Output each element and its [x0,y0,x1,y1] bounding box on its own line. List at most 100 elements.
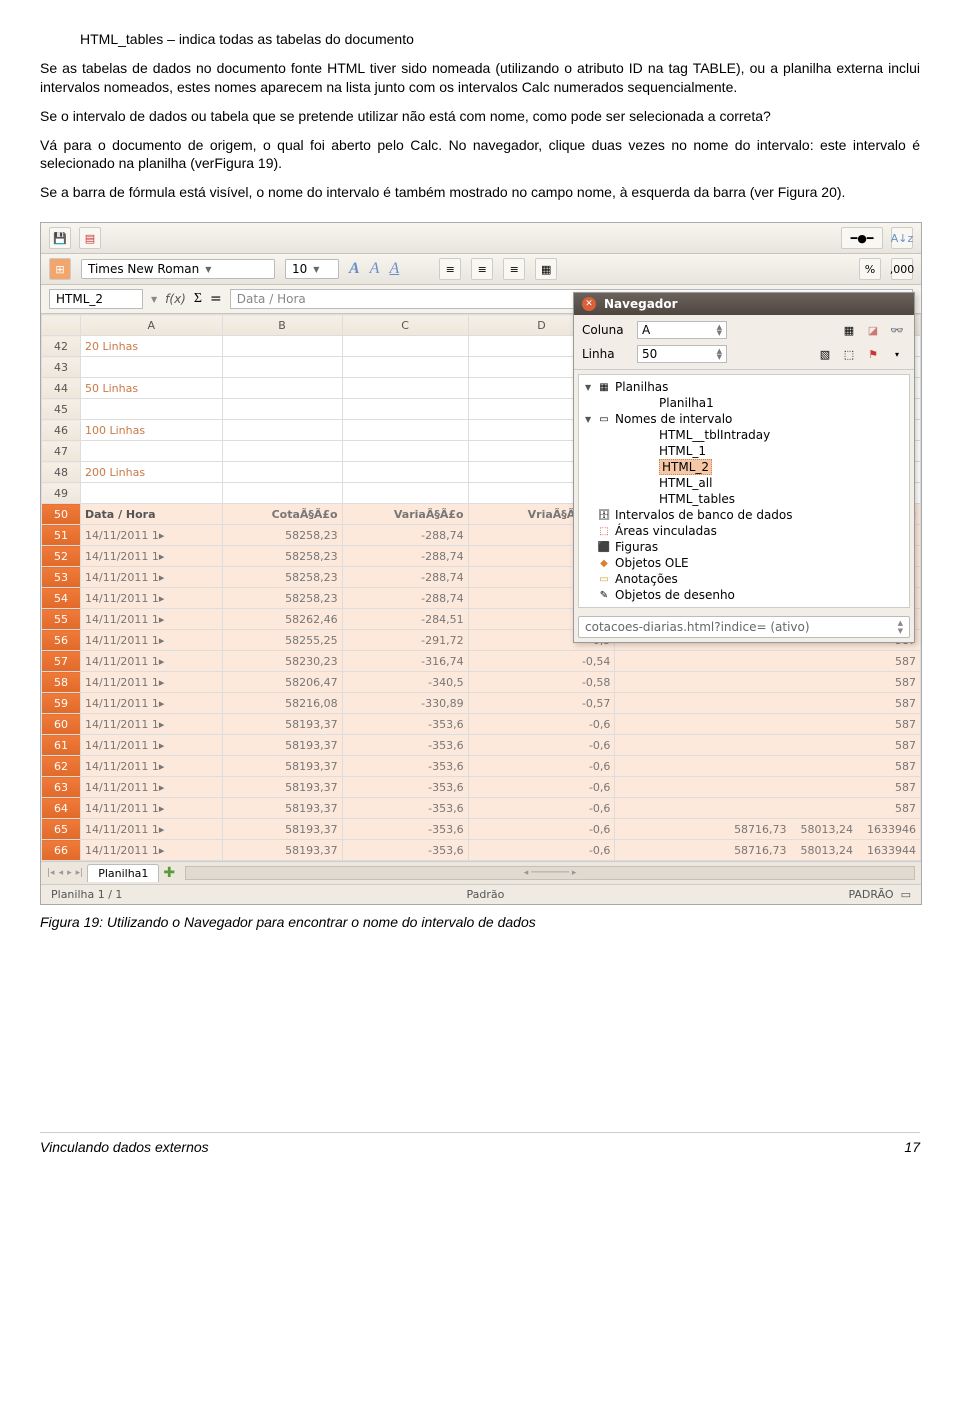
nav-tree-item[interactable]: HTML_2 [585,459,903,475]
row-header[interactable]: 47 [42,441,81,462]
row-header[interactable]: 48 [42,462,81,483]
navigator-tree[interactable]: ▼ ▦ Planilhas Planilha1 ▼ ▭ Nomes de int… [578,374,910,608]
font-name-combo[interactable]: Times New Roman▼ [81,259,275,279]
column-header[interactable]: C [342,315,468,336]
sort-icon[interactable]: A↓z [891,227,913,249]
close-icon[interactable]: ✕ [582,297,596,311]
flag-icon[interactable]: ⚑ [864,345,882,363]
column-header[interactable] [42,315,81,336]
table-row[interactable]: 61 14/11/2011 1▸58193,37-353,6 -0,6587 [42,735,921,756]
row-header[interactable]: 63 [42,777,81,798]
align-left-icon[interactable]: ≡ [439,258,461,280]
table-row[interactable]: 62 14/11/2011 1▸58193,37-353,6 -0,6587 [42,756,921,777]
row-header[interactable]: 66 [42,840,81,861]
row-header[interactable]: 52 [42,546,81,567]
tab-last-icon[interactable]: ▸| [76,868,84,878]
table-row[interactable]: 63 14/11/2011 1▸58193,37-353,6 -0,6587 [42,777,921,798]
content-icon[interactable]: ◪ [864,321,882,339]
expand-icon[interactable]: ▼ [585,415,593,424]
font-size-combo[interactable]: 10▼ [285,259,339,279]
row-header[interactable]: 50 [42,504,81,525]
decimal-icon[interactable]: ,000 [891,258,913,280]
nav-column-label: Coluna [582,323,637,337]
column-header[interactable]: B [222,315,342,336]
dropdown-icon[interactable]: ▾ [888,345,906,363]
navigator-document-combo[interactable]: cotacoes-diarias.html?indice= (ativo) ▲▼ [578,616,910,638]
table-row[interactable]: 59 14/11/2011 1▸58216,08-330,89 -0,57587 [42,693,921,714]
row-header[interactable]: 43 [42,357,81,378]
row-header[interactable]: 57 [42,651,81,672]
status-style: Padrão [467,888,505,901]
add-sheet-icon[interactable]: ✚ [163,865,175,881]
styles-icon[interactable]: ⊞ [49,258,71,280]
export-pdf-icon[interactable]: ▤ [79,227,101,249]
italic-icon[interactable]: A [370,260,380,278]
align-center-icon[interactable]: ≡ [471,258,493,280]
nav-tree-item[interactable]: ▼ ▦ Planilhas [585,379,903,395]
table-row[interactable]: 66 14/11/2011 1▸58193,37-353,6 -0,658716… [42,840,921,861]
nav-tree-item[interactable]: 🗄 Intervalos de banco de dados [585,507,903,523]
zoom-slider-icon[interactable]: ━●━ [841,227,883,249]
nav-row-spinner[interactable]: 50 ▲▼ [637,345,727,363]
row-header[interactable]: 58 [42,672,81,693]
row-header[interactable]: 65 [42,819,81,840]
table-row[interactable]: 65 14/11/2011 1▸58193,37-353,6 -0,658716… [42,819,921,840]
function-wizard-icon[interactable]: f(x) [165,292,186,306]
merge-cells-icon[interactable]: ▦ [535,258,557,280]
row-header[interactable]: 45 [42,399,81,420]
nav-tree-item[interactable]: HTML_1 [585,443,903,459]
save-icon[interactable]: 💾 [49,227,71,249]
row-header[interactable]: 64 [42,798,81,819]
nav-tree-item[interactable]: ⬛ Figuras [585,539,903,555]
row-header[interactable]: 55 [42,609,81,630]
tab-prev-icon[interactable]: ◂ [59,868,64,878]
nav-tree-item[interactable]: HTML_tables [585,491,903,507]
drag-mode-icon[interactable]: ⬚ [840,345,858,363]
name-box-dropdown-icon[interactable]: ▼ [151,295,157,304]
navigator-titlebar[interactable]: ✕ Navegador [574,293,914,315]
data-range-icon[interactable]: ▦ [840,321,858,339]
table-row[interactable]: 58 14/11/2011 1▸58206,47-340,5 -0,58587 [42,672,921,693]
nav-tree-item[interactable]: HTML_all [585,475,903,491]
tab-next-icon[interactable]: ▸ [67,868,72,878]
equals-icon[interactable]: = [210,291,222,307]
row-header[interactable]: 42 [42,336,81,357]
row-header[interactable]: 51 [42,525,81,546]
sum-icon[interactable]: Σ [194,291,202,307]
table-row[interactable]: 60 14/11/2011 1▸58193,37-353,6 -0,6587 [42,714,921,735]
bold-icon[interactable]: A [349,260,360,278]
nav-tree-item[interactable]: HTML__tblIntraday [585,427,903,443]
nav-tree-item[interactable]: ✎ Objetos de desenho [585,587,903,603]
tab-first-icon[interactable]: |◂ [47,868,55,878]
nav-tree-item[interactable]: Planilha1 [585,395,903,411]
expand-icon[interactable]: ▼ [585,383,593,392]
row-header[interactable]: 60 [42,714,81,735]
row-header[interactable]: 59 [42,693,81,714]
row-header[interactable]: 49 [42,483,81,504]
row-header[interactable]: 54 [42,588,81,609]
toggle-icon[interactable]: 👓 [888,321,906,339]
nav-tree-item[interactable]: ⬚ Áreas vinculadas [585,523,903,539]
nav-column-spinner[interactable]: A ▲▼ [637,321,727,339]
name-box[interactable]: HTML_2 [49,289,143,309]
nav-tree-item[interactable]: ▭ Anotações [585,571,903,587]
scenarios-icon[interactable]: ▧ [816,345,834,363]
percent-icon[interactable]: % [859,258,881,280]
navigator-panel[interactable]: ✕ Navegador Coluna A ▲▼ ▦ ◪ 👓 Linha [573,292,915,643]
nav-tree-item[interactable]: ▼ ▭ Nomes de intervalo [585,411,903,427]
row-header[interactable]: 61 [42,735,81,756]
row-header[interactable]: 62 [42,756,81,777]
column-header[interactable]: A [81,315,223,336]
sheet-tab[interactable]: Planilha1 [87,864,159,882]
table-row[interactable]: 57 14/11/2011 1▸58230,23-316,74 -0,54587 [42,651,921,672]
nav-tree-item[interactable]: ◆ Objetos OLE [585,555,903,571]
horizontal-scrollbar[interactable]: ◂ ─────── ▸ [185,866,915,880]
row-header[interactable]: 44 [42,378,81,399]
row-header[interactable]: 56 [42,630,81,651]
row-header[interactable]: 53 [42,567,81,588]
align-right-icon[interactable]: ≡ [503,258,525,280]
table-row[interactable]: 64 14/11/2011 1▸58193,37-353,6 -0,6587 [42,798,921,819]
tree-item-icon [641,444,655,458]
row-header[interactable]: 46 [42,420,81,441]
underline-icon[interactable]: A [389,260,399,278]
